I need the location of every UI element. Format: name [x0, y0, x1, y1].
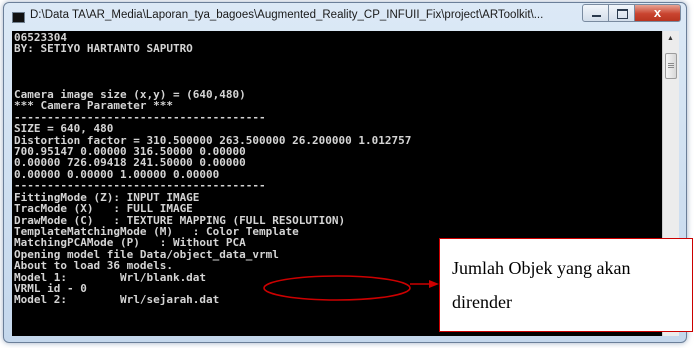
callout-text: Jumlah Objek yang akan dirender: [452, 251, 688, 319]
callout-text-line1: Jumlah Objek yang akan: [452, 258, 631, 278]
highlight-ellipse: [263, 275, 411, 301]
callout-arrow-head: [429, 280, 439, 288]
callout-box: Jumlah Objek yang akan dirender: [439, 238, 693, 332]
callout-text-line2: dirender: [452, 292, 512, 312]
